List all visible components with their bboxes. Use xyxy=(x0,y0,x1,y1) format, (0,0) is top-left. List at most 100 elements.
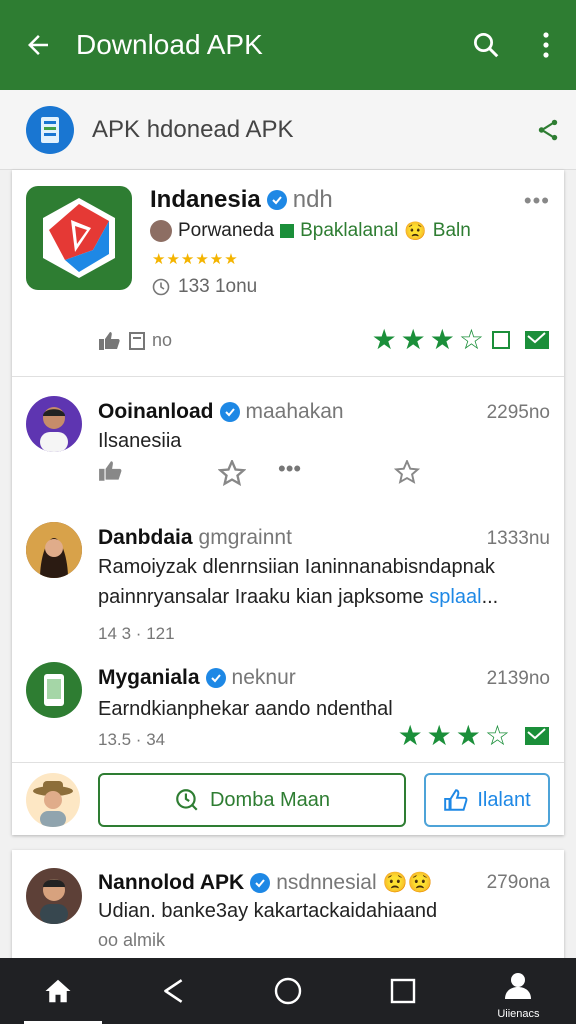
developer-badge-icon xyxy=(280,224,295,238)
star-icon: ★ xyxy=(371,324,397,355)
comment-rating-stars: ★ ★ ★ ☆ xyxy=(398,722,550,750)
action-row: Domba Maan Ilalant xyxy=(12,762,564,834)
comment-item: Myganiala neknur 2139no Earndkianphekar … xyxy=(12,652,564,762)
secondary-action-button[interactable]: Ilalant xyxy=(424,773,550,827)
app-logo xyxy=(26,186,132,290)
developer-link[interactable]: Bpaklalanal xyxy=(300,220,398,242)
secondary-action-label: Ilalant xyxy=(477,788,531,811)
share-icon xyxy=(538,119,558,140)
comment-author: Nannolod APK nsdnnesial 😟😟 xyxy=(98,870,432,895)
search-icon xyxy=(474,33,499,58)
comment-text: Earndkianphekar aando ndenthal xyxy=(98,698,393,720)
verified-icon xyxy=(250,872,271,893)
avatar xyxy=(26,522,82,578)
author-name: Nannolod APK xyxy=(98,870,245,894)
star-icon: ★ xyxy=(426,720,452,751)
comment-text: Udian. banke3ay kakartackaidahiaand xyxy=(98,900,438,922)
mail-icon xyxy=(525,331,549,349)
avatar xyxy=(26,868,82,924)
comment-text: Ilsanesiia xyxy=(98,430,182,452)
app-name: Indanesia ndh xyxy=(150,186,333,214)
comment-meta: 14 3 · 121 xyxy=(98,624,175,643)
developer-prefix: Porwaneda xyxy=(178,220,275,241)
avatar xyxy=(26,396,82,452)
favorite-button[interactable] xyxy=(217,458,247,492)
app-name-suffix: ndh xyxy=(292,186,333,213)
app-detail-card: Indanesia ndh ••• Porwaneda Bpaklalanal … xyxy=(12,170,564,835)
verified-icon xyxy=(219,402,240,422)
app-bar: Download APK xyxy=(0,0,576,90)
nav-back[interactable] xyxy=(115,958,230,1024)
arrow-back-icon xyxy=(28,35,48,55)
back-button[interactable] xyxy=(0,0,76,90)
comment-link[interactable]: splaal xyxy=(429,586,481,608)
app-star-rating: ★★★★★★ xyxy=(152,251,239,268)
star-outline-icon xyxy=(393,458,421,484)
star-outline-icon: ☆ xyxy=(484,720,510,751)
author-name: Danbdaia xyxy=(98,526,193,549)
search-button[interactable] xyxy=(456,0,516,90)
app-name-text: Indanesia xyxy=(150,186,261,213)
star-icon: ★ xyxy=(429,324,455,355)
nav-profile-label: Uiienacs xyxy=(497,1008,540,1020)
comment-text-line-1: Ramoiyzak dlenrnsiian Ianinnanabisndapna… xyxy=(98,556,495,578)
more-vertical-icon xyxy=(543,32,549,58)
comment-item: Danbdaia gmgrainnt 1333nu Ramoiyzak dlen… xyxy=(12,510,564,650)
download-count-text: 133 1onu xyxy=(178,276,258,297)
emoji-icon: 😟 xyxy=(404,220,427,241)
star-add-icon xyxy=(217,458,247,487)
rate-button[interactable] xyxy=(393,458,421,490)
source-bar: APK hdonead APK xyxy=(0,90,576,170)
author-name: Myganiala xyxy=(98,666,200,689)
comment-time: 2295no xyxy=(486,402,550,423)
back-triangle-icon xyxy=(163,979,183,1003)
comment-time: 279ona xyxy=(486,872,550,893)
star-icon: ★ xyxy=(400,324,426,355)
page-title: Download APK xyxy=(76,29,263,60)
star-icon: ★ xyxy=(397,720,423,751)
nav-home-circle[interactable] xyxy=(230,958,345,1024)
comment-author: Myganiala neknur xyxy=(98,666,296,690)
app-rating-stars: ★ ★ ★ ☆ xyxy=(372,326,550,354)
author-handle: neknur xyxy=(231,666,296,689)
overflow-menu-button[interactable] xyxy=(516,0,576,90)
more-options-button[interactable]: ••• xyxy=(278,456,301,482)
divider xyxy=(12,376,564,377)
emoji-icon: 😟😟 xyxy=(382,872,433,894)
comment-author: Ooinanload maahakan xyxy=(98,400,344,424)
share-button[interactable] xyxy=(520,117,576,143)
developer-avatar xyxy=(150,220,172,242)
author-name: Ooinanload xyxy=(98,400,214,423)
star-icon: ★ xyxy=(455,720,481,751)
avatar xyxy=(26,662,82,718)
nav-home[interactable] xyxy=(0,958,115,1024)
verified-icon xyxy=(266,190,287,210)
author-handle: nsdnnesial xyxy=(276,870,377,894)
nav-recents[interactable] xyxy=(346,958,461,1024)
primary-action-button[interactable]: Domba Maan xyxy=(98,773,406,827)
bottom-navigation: Uiienacs xyxy=(0,958,576,1024)
comment-author: Danbdaia gmgrainnt xyxy=(98,526,292,550)
comment-time: 1333nu xyxy=(486,528,550,549)
verified-icon xyxy=(205,668,226,688)
download-count: 133 1onu xyxy=(152,276,257,298)
source-title: APK hdonead APK xyxy=(92,115,294,143)
thumbs-up-icon xyxy=(99,331,120,350)
thumbs-up-icon xyxy=(99,461,122,481)
clock-icon xyxy=(152,278,170,296)
like-button[interactable] xyxy=(98,460,124,488)
thumbs-up-outline-icon xyxy=(444,789,468,811)
nav-profile[interactable]: Uiienacs xyxy=(461,958,576,1024)
mail-icon xyxy=(525,727,549,745)
author-handle: gmgrainnt xyxy=(198,526,292,549)
comment-card: Nannolod APK nsdnnesial 😟😟 279ona Udian.… xyxy=(12,850,564,960)
comment-text-part: painnryansalar Iraaku kian japksome xyxy=(98,586,424,608)
primary-action-label: Domba Maan xyxy=(209,788,331,811)
card-more-icon[interactable]: ••• xyxy=(524,188,550,214)
star-outline-icon: ☆ xyxy=(458,324,484,355)
clock-search-icon xyxy=(176,789,198,811)
like-info[interactable]: no xyxy=(98,330,172,351)
profile-icon xyxy=(505,973,532,999)
source-app-icon xyxy=(26,105,74,154)
likes-text: no xyxy=(152,330,173,350)
